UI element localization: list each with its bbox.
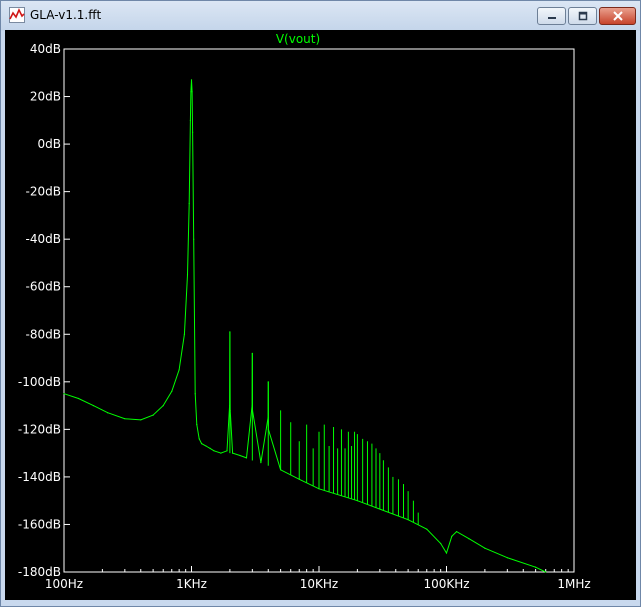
series-point [451,535,453,537]
x-tick-label: 1MHz [557,577,590,591]
series-point [188,202,190,205]
series-point [124,418,126,420]
series-point [152,414,154,416]
series-point [107,412,109,414]
y-tick-label: 0dB [38,137,61,151]
series-point [239,454,241,457]
window-title: GLA-v1.1.fft [30,8,102,22]
series-point [191,91,193,93]
series-point [140,419,142,421]
series-point [267,381,269,383]
series-point [318,488,320,490]
series-point [183,333,186,335]
series-point [245,457,248,459]
series-point [198,438,200,440]
fft-chart: 40dB 20dB 0dB -20dB -40dB -60dB -80dB -100dB -12… [18,32,591,591]
series-point [468,538,470,540]
series-point [200,443,203,445]
series-point [455,530,458,533]
y-tick-label: 20dB [30,90,61,104]
series-point [205,445,207,447]
close-button[interactable] [599,7,636,25]
series-point [213,450,215,452]
series-point [226,450,228,452]
close-icon [612,11,624,21]
series-point [189,119,191,121]
series-point [190,79,193,81]
series-point [445,552,448,554]
series-point [209,447,211,449]
y-tick-label: -120dB [18,422,61,436]
y-tick-label: -20dB [26,185,61,199]
series-point [484,547,486,549]
series-point [267,428,270,430]
y-tick-label: 40dB [30,42,61,56]
title-bar[interactable]: GLA-v1.1.fft [1,1,640,31]
series-point [260,462,262,464]
series-line [63,79,546,573]
series-point [280,469,282,471]
series-point [298,478,300,480]
y-tick-label: -80dB [26,327,61,341]
minimize-icon [546,11,558,21]
series-point [356,500,358,502]
plot-window: GLA-v1.1.fft 40dB 20dB 0dB -20dB -40dB -60dB -… [0,0,641,607]
series-point [440,542,442,545]
plot-frame [63,48,575,573]
series-point [63,393,65,395]
series-point [231,452,234,454]
x-tick-label: 1KHz [176,577,207,591]
chart-app-icon [9,7,25,23]
series-point [407,519,409,521]
minimize-button[interactable] [537,7,566,25]
series-point [229,331,231,333]
y-tick-label: -40dB [26,232,61,246]
y-tick-label: -60dB [26,280,61,294]
maximize-icon [577,11,589,21]
series-point [506,557,508,559]
y-tick-label: -140dB [18,470,61,484]
x-tick-label: 100KHz [423,577,469,591]
series-point [229,404,231,407]
series-point [229,409,231,411]
series-point [92,404,94,407]
series-point [194,393,196,395]
series-point [251,404,253,407]
series-point [193,238,195,240]
series-point [251,352,253,354]
series-point [545,571,547,573]
series-point [191,131,194,133]
series-point [251,409,254,411]
x-tick-label: 10KHz [300,577,338,591]
maximize-button[interactable] [568,7,597,25]
series-point [162,404,164,407]
x-tick-label: 100Hz [45,577,83,591]
series-point [77,397,80,400]
series-point [196,424,198,426]
series-point [171,390,173,392]
series-point [426,528,428,530]
series-point [186,274,189,276]
series-point [178,369,180,371]
series-point [220,452,222,454]
y-tick-label: -100dB [18,375,61,389]
series-point [267,416,269,419]
series-point [190,91,192,93]
y-tick-label: -160dB [18,517,61,531]
plot-area: 40dB 20dB 0dB -20dB -40dB -60dB -80dB -100dB -12… [5,30,636,600]
series-point [535,566,537,568]
chart-title: V(vout) [276,32,320,46]
